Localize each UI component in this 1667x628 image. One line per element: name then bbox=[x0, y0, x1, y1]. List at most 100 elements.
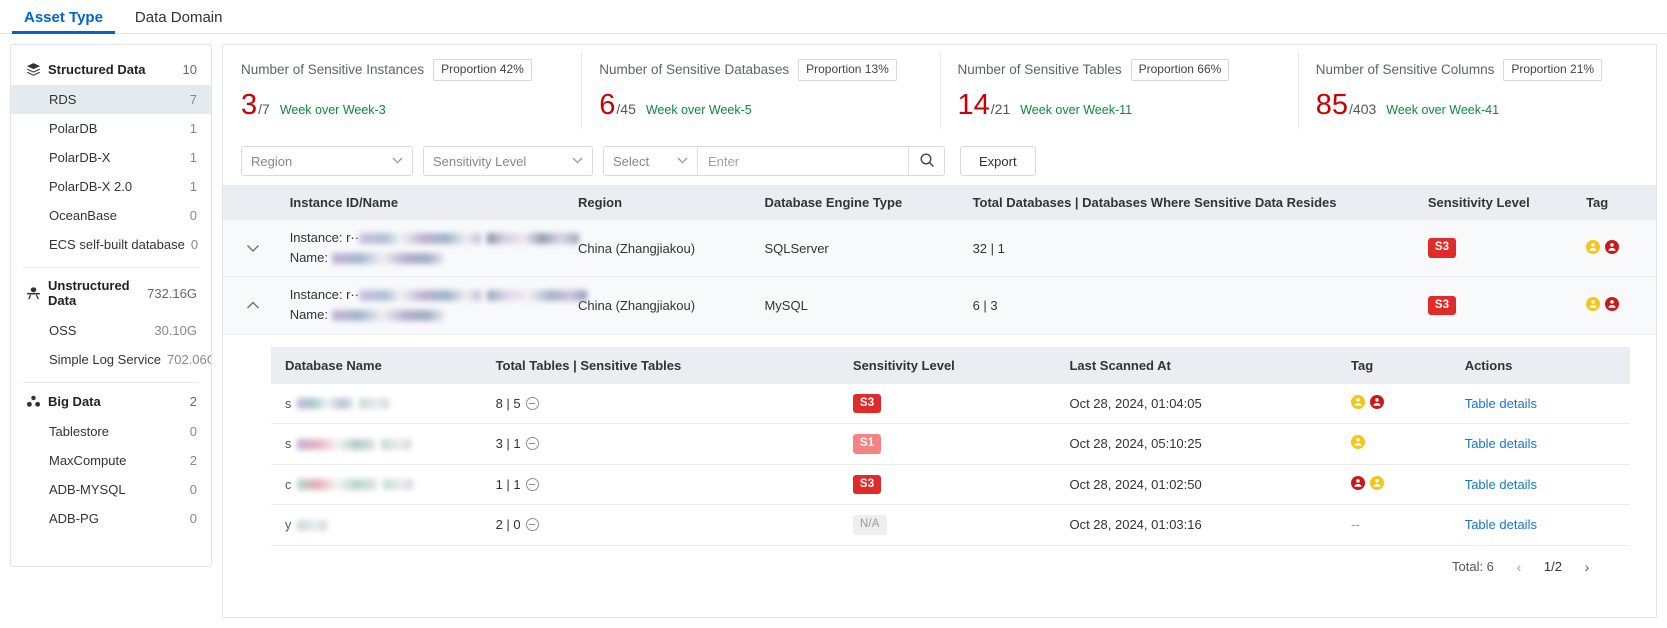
instance-name-line: Name: bbox=[290, 248, 566, 268]
table-details-link[interactable]: Table details bbox=[1465, 436, 1537, 451]
redacted-instance-id-2 bbox=[487, 233, 580, 245]
sidebar-item-tablestore[interactable]: Tablestore 0 bbox=[11, 417, 211, 446]
table-details-link[interactable]: Table details bbox=[1465, 396, 1537, 411]
subtable-row: s 3 | 1 S1 Oct 28, 2024, 05:10:25 Table … bbox=[271, 423, 1630, 465]
sub-db-name-cell: y bbox=[271, 504, 488, 546]
card-value: 3 bbox=[241, 88, 258, 121]
minus-circle-icon[interactable] bbox=[525, 437, 539, 451]
subtable-row: s 8 | 5 S3 Oct 28, 2024, 01:04:05 Table … bbox=[271, 383, 1630, 425]
search-group: Select bbox=[603, 146, 945, 176]
row-engine-cell: SQLServer bbox=[758, 220, 967, 278]
tab-asset-type[interactable]: Asset Type bbox=[8, 10, 119, 34]
tag-yellow-user-icon[interactable] bbox=[1586, 239, 1601, 257]
tag-icons bbox=[1586, 239, 1620, 257]
database-name: s bbox=[285, 437, 412, 451]
layers-icon bbox=[25, 61, 41, 77]
sub-tables-cell: 8 | 5 bbox=[487, 383, 845, 425]
table-details-link[interactable]: Table details bbox=[1465, 477, 1537, 492]
tab-data-domain[interactable]: Data Domain bbox=[119, 10, 239, 33]
search-field-select[interactable]: Select bbox=[604, 147, 698, 175]
export-button[interactable]: Export bbox=[960, 146, 1036, 176]
sub-actions-cell: Table details bbox=[1456, 423, 1630, 465]
sidebar-item-count: 0 bbox=[189, 424, 197, 439]
minus-circle-icon[interactable] bbox=[525, 477, 539, 491]
card-week-over-week: Week over Week-11 bbox=[1020, 102, 1133, 117]
sidebar-group-unstructured-data[interactable]: Unstructured Data 732.16G bbox=[11, 270, 211, 316]
minus-circle-icon[interactable] bbox=[525, 396, 539, 410]
card-proportion-badge: Proportion 42% bbox=[433, 59, 532, 81]
tag-yellow-user-icon[interactable] bbox=[1351, 394, 1365, 412]
pagination-next-button[interactable]: › bbox=[1576, 556, 1598, 578]
sidebar-item-adb-pg[interactable]: ADB-PG 0 bbox=[11, 504, 211, 533]
page-body: Structured Data 10 RDS 7 PolarDB 1 Polar… bbox=[0, 34, 1667, 628]
chevron-down-icon bbox=[572, 156, 583, 167]
subcolumn-actions: Actions bbox=[1456, 346, 1630, 384]
table-details-link[interactable]: Table details bbox=[1465, 517, 1537, 532]
sidebar-item-label: Simple Log Service bbox=[49, 352, 161, 367]
table-row[interactable]: Instance: r·· Name: China (Zhangjiakou) … bbox=[223, 220, 1656, 278]
sidebar-item-polardb[interactable]: PolarDB 1 bbox=[11, 114, 211, 143]
sidebar-group-big-data[interactable]: Big Data 2 bbox=[11, 385, 211, 417]
search-button[interactable] bbox=[908, 147, 944, 175]
tag-red-user-icon[interactable] bbox=[1605, 296, 1620, 314]
sidebar-item-count: 702.06G bbox=[167, 352, 212, 367]
sidebar-item-polardb-x[interactable]: PolarDB-X 1 bbox=[11, 143, 211, 172]
instance-id-line: Instance: r·· bbox=[290, 285, 588, 305]
sidebar-item-maxcompute[interactable]: MaxCompute 2 bbox=[11, 446, 211, 475]
sidebar-item-count: 1 bbox=[189, 150, 197, 165]
sidebar-item-oceanbase[interactable]: OceanBase 0 bbox=[11, 201, 211, 230]
chevron-down-icon bbox=[392, 156, 403, 167]
tag-yellow-user-icon[interactable] bbox=[1586, 296, 1601, 314]
database-name: s bbox=[285, 397, 390, 411]
sidebar-item-adb-mysql[interactable]: ADB-MYSQL 0 bbox=[11, 475, 211, 504]
minus-circle-icon[interactable] bbox=[525, 518, 539, 532]
tag-red-user-icon[interactable] bbox=[1370, 394, 1384, 412]
sidebar-item-oss[interactable]: OSS 30.10G bbox=[11, 316, 211, 345]
tag-red-user-icon[interactable] bbox=[1351, 475, 1365, 493]
card-sensitive-columns: Number of Sensitive Columns Proportion 2… bbox=[1297, 45, 1656, 137]
pagination-prev-button[interactable]: ‹ bbox=[1508, 556, 1530, 578]
sidebar-item-polardb-x-2[interactable]: PolarDB-X 2.0 1 bbox=[11, 172, 211, 201]
card-proportion-badge: Proportion 66% bbox=[1130, 59, 1230, 81]
subtable-row: y 2 | 0 N/A Oct 28, 2024, 01:03:16 -- Ta… bbox=[271, 504, 1630, 546]
sub-db-name-cell: c bbox=[271, 464, 488, 506]
chevron-up-icon[interactable] bbox=[240, 296, 266, 315]
sub-last-scanned-cell: Oct 28, 2024, 01:02:50 bbox=[1061, 464, 1343, 506]
tag-yellow-user-icon[interactable] bbox=[1351, 435, 1365, 452]
instance-id-value: r·· bbox=[346, 287, 360, 303]
sidebar-group-structured-data[interactable]: Structured Data 10 bbox=[11, 53, 211, 85]
instance-id-value: r·· bbox=[346, 230, 360, 245]
database-name-prefix: y bbox=[285, 518, 292, 533]
sub-tag-cell bbox=[1343, 464, 1457, 506]
sensitivity-select-label: Sensitivity Level bbox=[433, 153, 527, 169]
sub-tag-cell bbox=[1343, 423, 1457, 465]
sensitivity-level-select[interactable]: Sensitivity Level bbox=[423, 146, 593, 176]
sidebar-item-label: ECS self-built database bbox=[49, 237, 185, 252]
sidebar-item-simple-log-service[interactable]: Simple Log Service 702.06G bbox=[11, 345, 211, 374]
tag-red-user-icon[interactable] bbox=[1605, 239, 1620, 257]
sidebar-item-count: 0 bbox=[190, 237, 199, 252]
sidebar-item-count: 2 bbox=[189, 453, 197, 468]
tag-icons bbox=[1351, 435, 1365, 452]
sidebar-item-label: PolarDB bbox=[49, 121, 98, 136]
database-name: y bbox=[285, 518, 328, 533]
sidebar-group-count: 732.16G bbox=[147, 285, 197, 301]
instances-table-body: Instance: r·· Name: China (Zhangjiakou) … bbox=[223, 220, 1656, 592]
table-row[interactable]: Instance: r·· Name: China (Zhangjiakou) … bbox=[223, 276, 1656, 335]
tag-yellow-user-icon[interactable] bbox=[1370, 475, 1384, 493]
region-select[interactable]: Region bbox=[241, 146, 413, 176]
redacted-instance-name bbox=[331, 310, 444, 322]
sidebar-item-rds[interactable]: RDS 7 bbox=[11, 85, 211, 114]
sidebar-item-ecs-self-built-database[interactable]: ECS self-built database 0 bbox=[11, 230, 211, 259]
database-name-prefix: c bbox=[285, 477, 292, 492]
sub-sensitivity-cell: S3 bbox=[844, 383, 1062, 425]
subtable-row: c 1 | 1 S3 Oct 28, 2024, 01:02:50 Table … bbox=[271, 464, 1630, 506]
card-total: /21 bbox=[990, 100, 1011, 117]
row-instance-cell: Instance: r·· Name: bbox=[283, 276, 588, 335]
sub-tables-cell: 2 | 0 bbox=[487, 504, 845, 546]
row-databases-cell: 32 | 1 bbox=[966, 220, 1422, 278]
chevron-down-icon[interactable] bbox=[240, 239, 266, 258]
search-input[interactable] bbox=[698, 147, 908, 175]
expanded-detail-row: Database Name Total Tables | Sensitive T… bbox=[223, 334, 1656, 592]
instances-table-header: Instance ID/Name Region Database Engine … bbox=[223, 185, 1656, 220]
